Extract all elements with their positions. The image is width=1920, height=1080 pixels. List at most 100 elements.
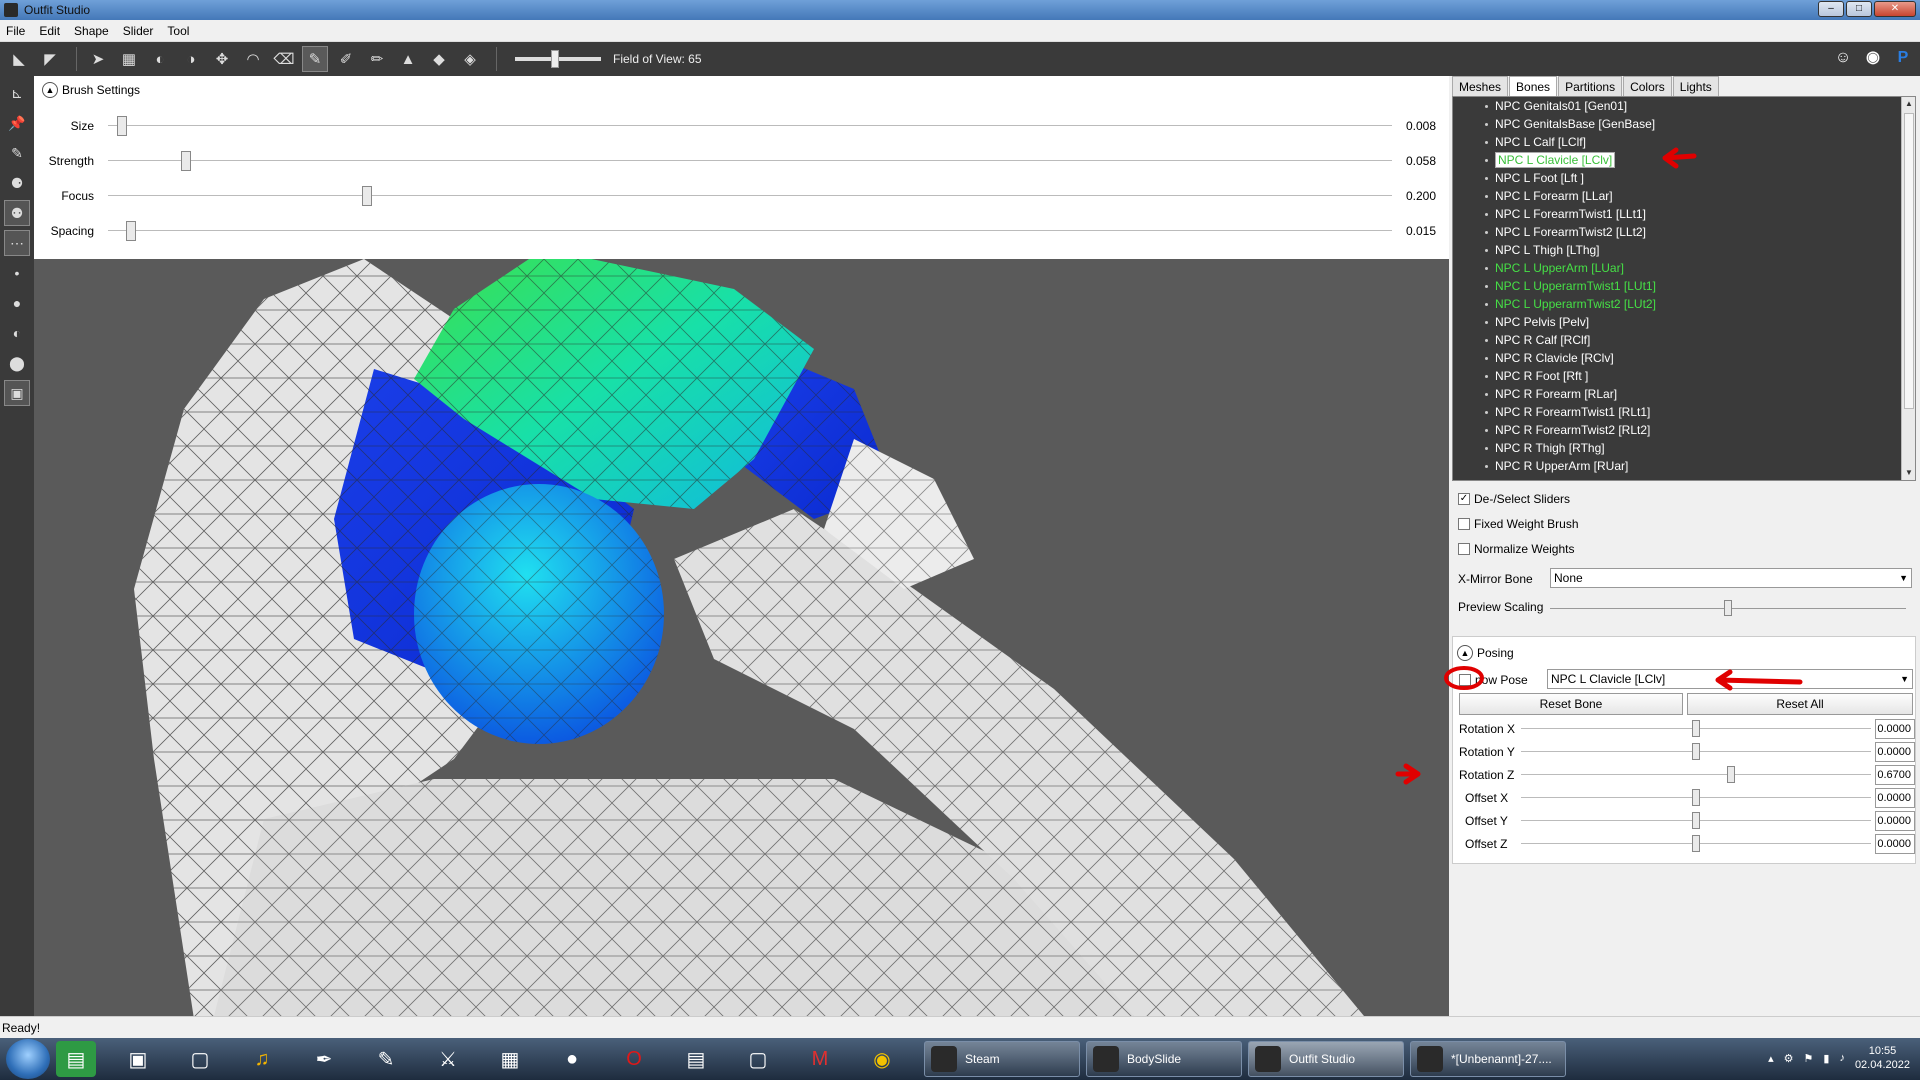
script-icon[interactable]: ✎ [366, 1041, 406, 1077]
scroll-thumb[interactable] [1904, 113, 1914, 409]
flag-icon[interactable]: ⚑ [1804, 1052, 1814, 1065]
brush-spacing-slider[interactable] [126, 221, 136, 241]
menu-file[interactable]: File [6, 24, 25, 38]
fixed-weight-checkbox[interactable] [1458, 518, 1470, 530]
axis-icon[interactable]: ⊾ [4, 80, 30, 106]
task-unbenannt[interactable]: *[Unbenannt]-27.... [1410, 1041, 1566, 1077]
alpha-brush-icon[interactable]: ✏ [364, 46, 390, 72]
game-icon[interactable]: ▦ [490, 1041, 530, 1077]
bone-list-item[interactable]: NPC R ForearmTwist2 [RLt2] [1453, 421, 1915, 439]
3d-viewport[interactable] [34, 259, 1449, 1016]
minimize-button[interactable]: – [1818, 1, 1844, 17]
tab-colors[interactable]: Colors [1623, 76, 1672, 96]
preview-scaling-slider[interactable] [1724, 600, 1732, 616]
steam-tray-icon[interactable]: ⚙ [1784, 1052, 1794, 1065]
pose-row-slider[interactable] [1692, 720, 1700, 737]
spreadsheet-icon[interactable]: ▤ [56, 1041, 96, 1077]
points-icon[interactable]: ⋯ [4, 230, 30, 256]
fov-slider-thumb[interactable] [551, 50, 559, 68]
window2-icon[interactable]: ▢ [738, 1041, 778, 1077]
bone-list-item[interactable]: NPC Pelvis [Pelv] [1453, 313, 1915, 331]
bone-list-item[interactable]: NPC L Thigh [LThg] [1453, 241, 1915, 259]
circle-app-icon[interactable]: ● [552, 1041, 592, 1077]
pose-row-value[interactable]: 0.0000 [1875, 834, 1915, 854]
tab-lights[interactable]: Lights [1672, 76, 1719, 96]
bone-list-item[interactable]: NPC R Foot [Rft ] [1453, 367, 1915, 385]
pose-row-value[interactable]: 0.0000 [1875, 742, 1915, 762]
task-outfit-studio[interactable]: Outfit Studio [1248, 1041, 1404, 1077]
brush-focus-slider[interactable] [362, 186, 372, 206]
deselect-sliders-option[interactable]: ✓ De-/Select Sliders [1458, 492, 1570, 506]
inflate-icon[interactable]: ◐ [147, 46, 173, 72]
bone-list-item[interactable]: NPC L Forearm [LLar] [1453, 187, 1915, 205]
outfit-icon[interactable]: ◤ [37, 46, 63, 72]
bone-list-item[interactable]: NPC R Forearm [RLar] [1453, 385, 1915, 403]
mirror-icon[interactable]: ⚈ [4, 170, 30, 196]
sword-icon[interactable]: ⚔ [428, 1041, 468, 1077]
volume-icon[interactable]: ♪ [1839, 1052, 1845, 1064]
mx-icon[interactable]: M [800, 1041, 840, 1077]
bodyslide-icon[interactable]: ◣ [6, 46, 32, 72]
pose-bone-select[interactable]: NPC L Clavicle [LClv] ▼ [1547, 669, 1913, 689]
bone-list-item[interactable]: NPC L UpperarmTwist1 [LUt1] [1453, 277, 1915, 295]
bone-list-scrollbar[interactable]: ▲ ▼ [1901, 97, 1915, 480]
scroll-up-icon[interactable]: ▲ [1902, 97, 1915, 111]
bone-list-item[interactable]: NPC GenitalsBase [GenBase] [1453, 115, 1915, 133]
select-icon[interactable]: ➤ [85, 46, 111, 72]
media-icon[interactable]: ▣ [118, 1041, 158, 1077]
weight-brush-icon[interactable]: ✎ [302, 46, 328, 72]
mask-icon[interactable]: ▦ [116, 46, 142, 72]
window-icon[interactable]: ▢ [180, 1041, 220, 1077]
pose-row-value[interactable]: 0.0000 [1875, 811, 1915, 831]
bone-list-item[interactable]: NPC R UpperArm [RUar] [1453, 457, 1915, 475]
bone-list-item[interactable]: NPC R Clavicle [RClv] [1453, 349, 1915, 367]
tab-meshes[interactable]: Meshes [1452, 76, 1509, 96]
bone-list-item[interactable]: NPC L Foot [Lft ] [1453, 169, 1915, 187]
show-pose-checkbox[interactable] [1459, 674, 1471, 686]
pencil-icon[interactable]: ✎ [4, 140, 30, 166]
clock[interactable]: 10:55 02.04.2022 [1855, 1044, 1910, 1072]
pose-row-slider[interactable] [1692, 743, 1700, 760]
bone-list-item[interactable]: NPC L UpperarmTwist2 [LUt2] [1453, 295, 1915, 313]
collapse-vertex-icon[interactable]: ▲ [395, 46, 421, 72]
pose-row-value[interactable]: 0.0000 [1875, 719, 1915, 739]
deselect-sliders-checkbox[interactable]: ✓ [1458, 493, 1470, 505]
dot-large-icon[interactable]: ⬤ [4, 350, 30, 376]
bone-list-item[interactable]: NPC L Calf [LClf] [1453, 133, 1915, 151]
bone-list-item[interactable]: NPC R Calf [RClf] [1453, 331, 1915, 349]
tab-bones[interactable]: Bones [1509, 76, 1558, 96]
xmirror-select[interactable]: None ▼ [1550, 568, 1912, 588]
dot-half-icon[interactable]: ◐ [4, 320, 30, 346]
network-icon[interactable]: ▮ [1823, 1052, 1829, 1065]
bone-list-item[interactable]: NPC L ForearmTwist2 [LLt2] [1453, 223, 1915, 241]
pose-row-slider[interactable] [1692, 835, 1700, 852]
github-icon[interactable]: ◉ [1862, 47, 1884, 69]
task-bodyslide[interactable]: BodySlide [1086, 1041, 1242, 1077]
brush-mode-icon[interactable]: ⚉ [4, 200, 30, 226]
bone-list-item[interactable]: NPC R Thigh [RThg] [1453, 439, 1915, 457]
fixed-weight-option[interactable]: Fixed Weight Brush [1458, 517, 1579, 531]
normalize-weights-option[interactable]: Normalize Weights [1458, 542, 1574, 556]
flip-edge-icon[interactable]: ◆ [426, 46, 452, 72]
bone-list-item[interactable]: NPC L ForearmTwist1 [LLt1] [1453, 205, 1915, 223]
scroll-down-icon[interactable]: ▼ [1902, 466, 1915, 480]
bone-list-item[interactable]: NPC L UpperArm [LUar] [1453, 259, 1915, 277]
bone-list-item[interactable]: NPC L Clavicle [LClv] [1453, 151, 1915, 169]
menu-tool[interactable]: Tool [167, 24, 189, 38]
cube-icon[interactable]: ▣ [4, 380, 30, 406]
brush-size-slider[interactable] [117, 116, 127, 136]
pose-row-value[interactable]: 0.0000 [1875, 788, 1915, 808]
menu-slider[interactable]: Slider [123, 24, 154, 38]
pin-icon[interactable]: 📌 [4, 110, 30, 136]
opera-icon[interactable]: O [614, 1041, 654, 1077]
reset-all-button[interactable]: Reset All [1687, 693, 1913, 715]
paypal-icon[interactable]: P [1892, 47, 1914, 69]
bone-list-item[interactable]: NPC Genitals01 [Gen01] [1453, 97, 1915, 115]
feather-icon[interactable]: ✒ [304, 1041, 344, 1077]
pose-row-slider[interactable] [1692, 789, 1700, 806]
start-button[interactable] [6, 1039, 50, 1079]
menu-edit[interactable]: Edit [39, 24, 60, 38]
smooth-icon[interactable]: ◠ [240, 46, 266, 72]
move-icon[interactable]: ✥ [209, 46, 235, 72]
posing-collapse-icon[interactable]: ▲ [1457, 645, 1473, 661]
